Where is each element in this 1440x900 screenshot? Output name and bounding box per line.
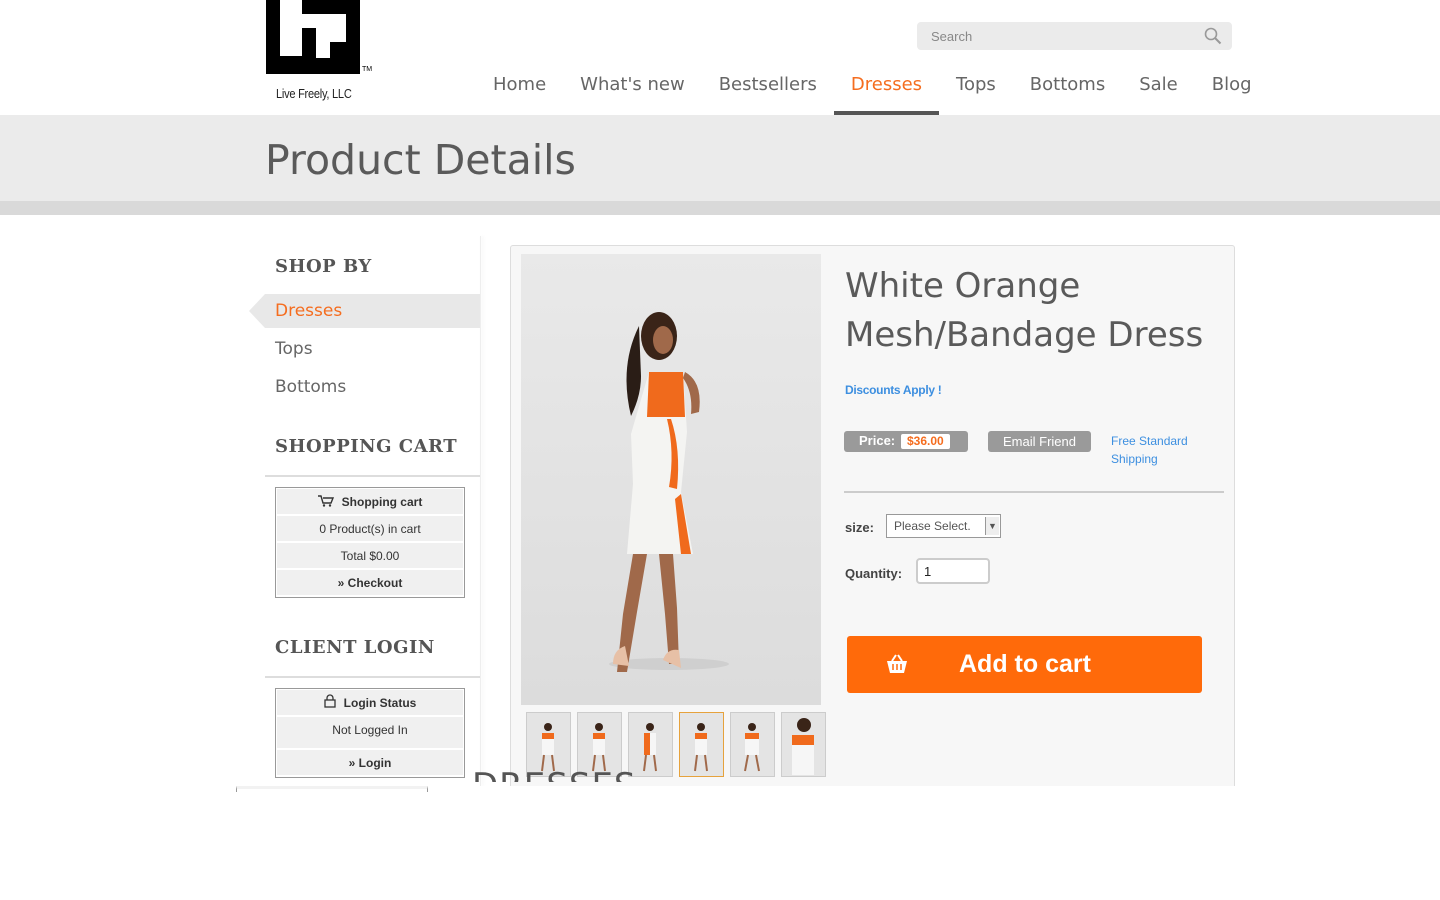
add-to-cart-button[interactable]: Add to cart (847, 636, 1202, 693)
shop-by-heading: SHOP BY (275, 256, 372, 277)
login-status: Not Logged In (277, 717, 463, 749)
sidebar: SHOP BY Dresses Tops Bottoms SHOPPING CA… (249, 236, 481, 786)
checkout-link[interactable]: » Checkout (277, 570, 463, 596)
dress-model-figure (609, 312, 729, 672)
sidebar-item-tops[interactable]: Tops (265, 332, 480, 366)
divider (844, 491, 1224, 493)
product-main-image[interactable] (521, 254, 821, 705)
trademark: TM (362, 66, 373, 73)
product-title: White Orange Mesh/Bandage Dress (845, 266, 1204, 355)
thumbnail-active[interactable] (679, 712, 724, 777)
page-title: Product Details (265, 136, 576, 184)
partial-box-edge (236, 786, 428, 792)
nav-whats-new[interactable]: What's new (563, 62, 702, 115)
client-login-heading: CLIENT LOGIN (275, 637, 435, 658)
nav-sale[interactable]: Sale (1122, 62, 1195, 115)
banner-stripe (0, 201, 1440, 215)
add-to-cart-label: Add to cart (959, 650, 1091, 678)
nav-dresses[interactable]: Dresses (833, 62, 940, 115)
quantity-label: Quantity: (845, 566, 903, 581)
price-value: $36.00 (901, 434, 950, 449)
sidebar-divider (480, 236, 481, 786)
logo-text: Live Freely, LLC (276, 86, 352, 101)
cart-icon (317, 490, 334, 516)
divider (265, 475, 480, 477)
divider (265, 676, 480, 678)
cart-total: Total $0.00 (277, 543, 463, 569)
shipping-link[interactable]: Free Standard Shipping (1111, 432, 1211, 468)
login-title-row: Login Status (277, 690, 463, 716)
cart-title: Shopping cart (341, 495, 423, 509)
login-link[interactable]: » Login (277, 750, 463, 776)
sidebar-item-dresses[interactable]: Dresses (249, 294, 480, 328)
basket-icon (887, 654, 907, 673)
main-nav: Home What's new Bestsellers Dresses Tops… (476, 62, 1269, 115)
login-title: Login Status (343, 696, 417, 710)
search-box (917, 22, 1232, 50)
nav-bestsellers[interactable]: Bestsellers (702, 62, 834, 115)
cart-title-row: Shopping cart (277, 489, 463, 515)
thumbnail[interactable] (781, 712, 826, 777)
nav-bottoms[interactable]: Bottoms (1013, 62, 1122, 115)
quantity-input[interactable] (916, 558, 990, 584)
nav-blog[interactable]: Blog (1195, 62, 1269, 115)
price-label: Price: (859, 433, 896, 448)
size-select[interactable]: Please Select. ▼ (886, 514, 1001, 538)
login-box: Login Status Not Logged In » Login (275, 688, 465, 778)
thumbnail[interactable] (730, 712, 775, 777)
size-label: size: (845, 520, 874, 535)
nav-home[interactable]: Home (476, 62, 563, 115)
cart-count: 0 Product(s) in cart (277, 516, 463, 542)
chevron-down-icon[interactable]: ▼ (985, 517, 999, 535)
cart-box: Shopping cart 0 Product(s) in cart Total… (275, 487, 465, 598)
sidebar-item-bottoms[interactable]: Bottoms (265, 370, 480, 404)
brand-logo[interactable]: TM Live Freely, LLC (266, 0, 376, 106)
page-banner (0, 115, 1440, 201)
shopping-cart-heading: SHOPPING CART (275, 436, 458, 457)
blank-area (0, 786, 1440, 900)
search-input[interactable] (917, 22, 1197, 50)
email-friend-button[interactable]: Email Friend (988, 431, 1091, 452)
logo-mark (266, 0, 360, 74)
price-badge: Price: $36.00 (844, 431, 968, 452)
search-icon[interactable] (1204, 27, 1222, 45)
nav-tops[interactable]: Tops (939, 62, 1013, 115)
lock-icon (324, 691, 336, 717)
size-select-value: Please Select. (894, 519, 971, 533)
discounts-link[interactable]: Discounts Apply ! (845, 383, 942, 397)
